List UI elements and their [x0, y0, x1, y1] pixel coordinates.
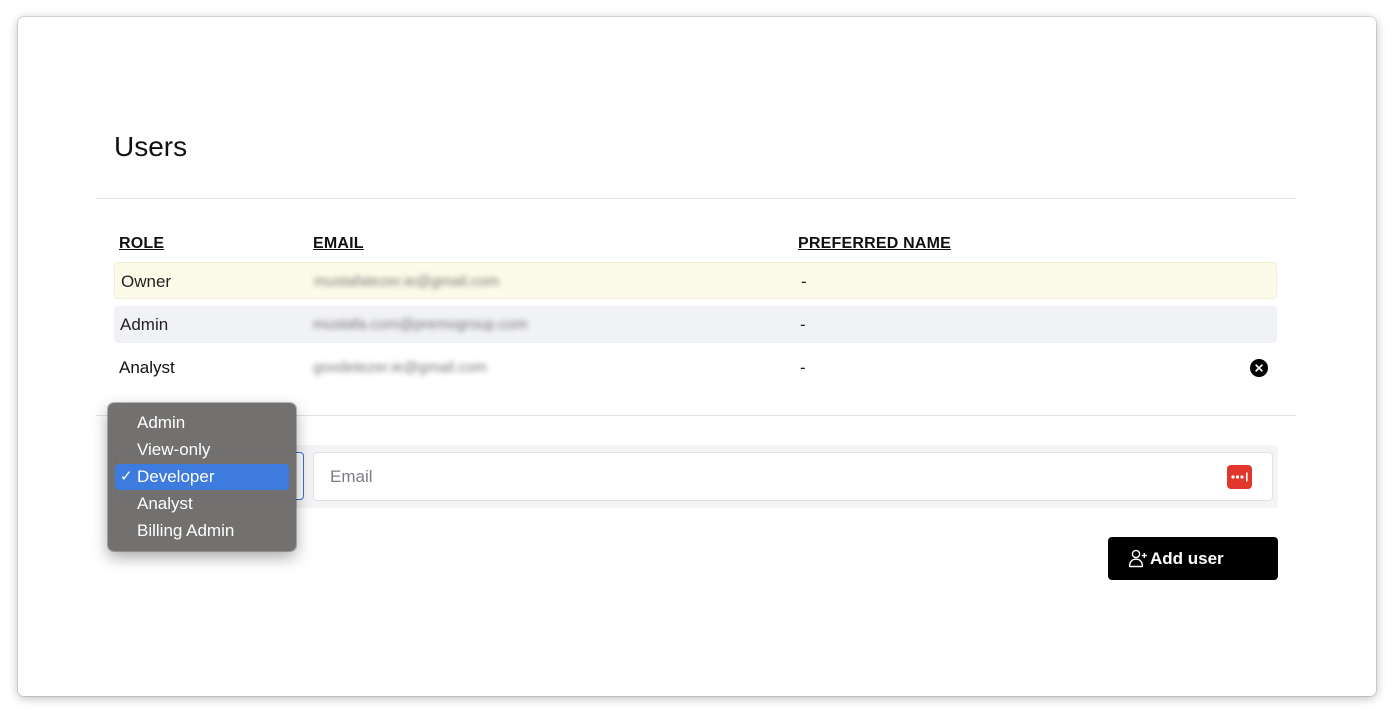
email-cell: mustafa.com@premogroup.com	[313, 316, 528, 333]
role-option-label: Admin	[137, 413, 186, 432]
role-option-view-only[interactable]: View-only	[115, 437, 289, 463]
column-header-role[interactable]: ROLE	[119, 235, 164, 253]
page-title: Users	[114, 131, 188, 162]
password-manager-icon[interactable]	[1227, 465, 1252, 489]
role-cell: Analyst	[119, 358, 175, 377]
role-dropdown-menu: Admin View-only ✓ Developer Analyst Bill…	[108, 403, 296, 551]
title-divider	[96, 198, 1296, 199]
email-field-wrapper	[313, 452, 1273, 501]
table-row-analyst: Analyst goodetezer.ie@gmail.com -	[114, 349, 1277, 386]
role-option-label: Analyst	[137, 494, 193, 513]
add-user-button[interactable]: Add user	[1108, 537, 1278, 580]
role-option-label: View-only	[137, 440, 211, 459]
preferred-name-cell: -	[800, 358, 806, 377]
column-header-preferred-name[interactable]: PREFERRED NAME	[798, 235, 951, 253]
role-cell: Owner	[121, 272, 172, 291]
checkmark-icon: ✓	[120, 468, 133, 485]
table-row-owner: Owner mustafatezer.ie@gmail.com -	[114, 262, 1277, 299]
email-cell: goodetezer.ie@gmail.com	[313, 359, 487, 376]
column-header-email[interactable]: EMAIL	[313, 235, 364, 253]
email-cell: mustafatezer.ie@gmail.com	[314, 273, 500, 290]
add-user-label: Add user	[1150, 549, 1224, 568]
remove-user-button[interactable]	[1250, 359, 1268, 377]
role-option-label: Billing Admin	[137, 521, 235, 540]
password-dots-icon	[1231, 472, 1248, 482]
role-cell: Admin	[120, 315, 169, 334]
role-option-admin[interactable]: Admin	[115, 410, 289, 436]
preferred-name-cell: -	[801, 272, 807, 291]
role-option-label: Developer	[137, 467, 215, 486]
role-option-analyst[interactable]: Analyst	[115, 491, 289, 517]
close-icon	[1255, 364, 1263, 372]
role-option-developer[interactable]: ✓ Developer	[115, 464, 289, 490]
role-option-billing-admin[interactable]: Billing Admin	[115, 518, 289, 544]
user-plus-icon	[1128, 549, 1147, 568]
table-row-admin: Admin mustafa.com@premogroup.com -	[114, 306, 1277, 343]
preferred-name-cell: -	[800, 315, 806, 334]
email-input[interactable]	[328, 466, 1192, 488]
